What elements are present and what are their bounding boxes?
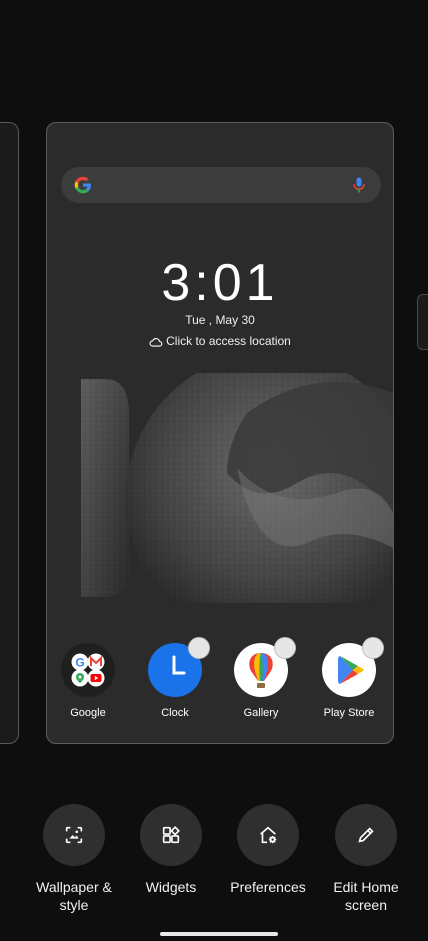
notification-dot [362,637,384,659]
app-clock[interactable]: Clock [135,637,215,719]
preferences-button[interactable]: Preferences [218,804,318,896]
google-search-bar[interactable] [61,167,381,203]
app-label-gallery: Gallery [243,707,279,719]
preferences-label: Preferences [230,879,306,895]
clock-date[interactable]: Tue , May 30 [47,313,393,327]
pencil-icon [335,804,397,866]
wallpaper-art [81,373,393,603]
wallpaper-icon [43,804,105,866]
notification-dot [274,637,296,659]
home-edit-screen: 3:01 Tue , May 30 Click to access locati… [0,0,428,941]
previous-page-preview[interactable] [0,122,19,744]
clock-icon [148,637,210,697]
home-settings-icon [237,804,299,866]
location-prompt[interactable]: Click to access location [47,334,393,348]
play-store-icon [322,637,384,697]
gallery-icon [234,637,296,697]
app-label-clock: Clock [161,707,189,719]
widgets-button[interactable]: Widgets [121,804,221,896]
home-edit-actions: Wallpaper & style Widgets Preferences Ed… [0,804,428,914]
google-g-icon [74,176,91,194]
microphone-icon[interactable] [349,175,369,195]
location-prompt-text: Click to access location [166,334,291,348]
widgets-icon [140,804,202,866]
app-label-google: Google [70,707,106,719]
svg-text:G: G [75,656,84,670]
home-gesture-bar[interactable] [160,932,278,936]
google-folder-icon: G [61,643,115,697]
clock-time[interactable]: 3:01 [47,253,393,313]
home-page-preview[interactable]: 3:01 Tue , May 30 Click to access locati… [46,122,394,744]
edit-home-screen-button[interactable]: Edit Home screen [316,804,416,914]
app-label-play-store: Play Store [323,707,375,719]
app-google[interactable]: G Google [48,643,128,719]
app-play-store[interactable]: Play Store [309,637,389,719]
wallpaper-style-label: Wallpaper & style [36,879,112,913]
edit-home-screen-label: Edit Home screen [333,879,399,913]
wallpaper-style-button[interactable]: Wallpaper & style [24,804,124,914]
app-row: G Google Clock Gallery Play Store [47,637,393,723]
next-page-preview[interactable] [417,294,428,350]
cloud-icon [149,338,163,347]
notification-dot [188,637,210,659]
app-gallery[interactable]: Gallery [221,637,301,719]
widgets-label: Widgets [145,879,197,895]
